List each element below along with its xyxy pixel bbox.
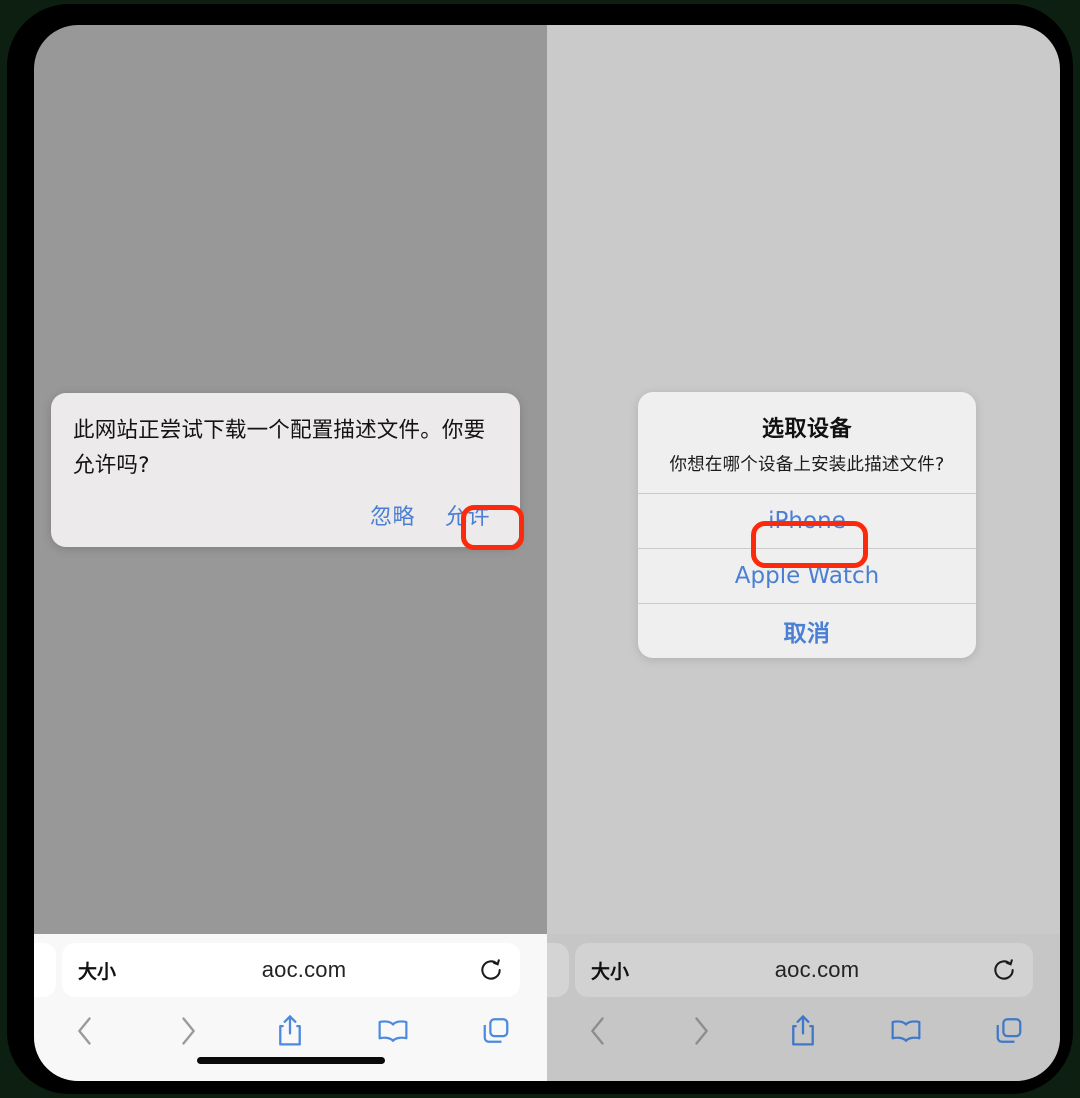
right-browser-chrome: 大小 aoc.com (547, 934, 1060, 1081)
device-option-iphone[interactable]: iPhone (638, 493, 976, 548)
alert-title: 选取设备 (761, 417, 852, 442)
share-icon[interactable] (752, 1002, 855, 1060)
alert-subtitle: 你想在哪个设备上安装此描述文件? (669, 455, 945, 475)
adjacent-tab-sliver[interactable] (547, 943, 569, 997)
bookmarks-icon[interactable] (855, 1002, 958, 1060)
back-icon[interactable] (547, 1002, 650, 1060)
alert-message: 此网站正尝试下载一个配置描述文件。你要允许吗? (73, 418, 486, 478)
alert-header: 选取设备 你想在哪个设备上安装此描述文件? (638, 392, 976, 493)
alert-allow-button[interactable]: 允许 (441, 497, 494, 533)
right-browser-toolbar (547, 1002, 1060, 1060)
forward-icon[interactable] (137, 1002, 240, 1060)
device-option-cancel[interactable]: 取消 (638, 603, 976, 658)
adjacent-tab-sliver[interactable] (34, 943, 56, 997)
left-browser-chrome: 大小 aoc.com (34, 934, 547, 1081)
forward-icon[interactable] (650, 1002, 753, 1060)
text-size-button[interactable]: 大小 (591, 957, 651, 984)
download-profile-alert: 此网站正尝试下载一个配置描述文件。你要允许吗? 忽略 允许 (51, 393, 524, 550)
back-icon[interactable] (34, 1002, 137, 1060)
tabs-icon[interactable] (444, 1002, 547, 1060)
right-phone-panel: 选取设备 你想在哪个设备上安装此描述文件? iPhone Apple Watch… (547, 25, 1060, 1081)
device-option-apple-watch[interactable]: Apple Watch (638, 548, 976, 603)
left-browser-toolbar (34, 1002, 547, 1060)
alert-ignore-button[interactable]: 忽略 (366, 497, 419, 533)
url-text[interactable]: aoc.com (138, 957, 470, 983)
text-size-button[interactable]: 大小 (78, 957, 138, 984)
reload-icon[interactable] (983, 957, 1017, 983)
screen: 此网站正尝试下载一个配置描述文件。你要允许吗? 忽略 允许 大小 aoc.com (34, 25, 1060, 1081)
tabs-icon[interactable] (957, 1002, 1060, 1060)
bookmarks-icon[interactable] (342, 1002, 445, 1060)
reload-icon[interactable] (470, 957, 504, 983)
alert-actions: 忽略 允许 (73, 497, 498, 533)
home-indicator (196, 1057, 385, 1064)
device-frame: 此网站正尝试下载一个配置描述文件。你要允许吗? 忽略 允许 大小 aoc.com (7, 4, 1073, 1094)
choose-device-alert: 选取设备 你想在哪个设备上安装此描述文件? iPhone Apple Watch… (638, 392, 976, 658)
left-url-bar[interactable]: 大小 aoc.com (62, 943, 520, 997)
share-icon[interactable] (239, 1002, 342, 1060)
right-url-bar[interactable]: 大小 aoc.com (575, 943, 1033, 997)
url-text[interactable]: aoc.com (651, 957, 983, 983)
left-phone-panel: 此网站正尝试下载一个配置描述文件。你要允许吗? 忽略 允许 大小 aoc.com (34, 25, 547, 1081)
